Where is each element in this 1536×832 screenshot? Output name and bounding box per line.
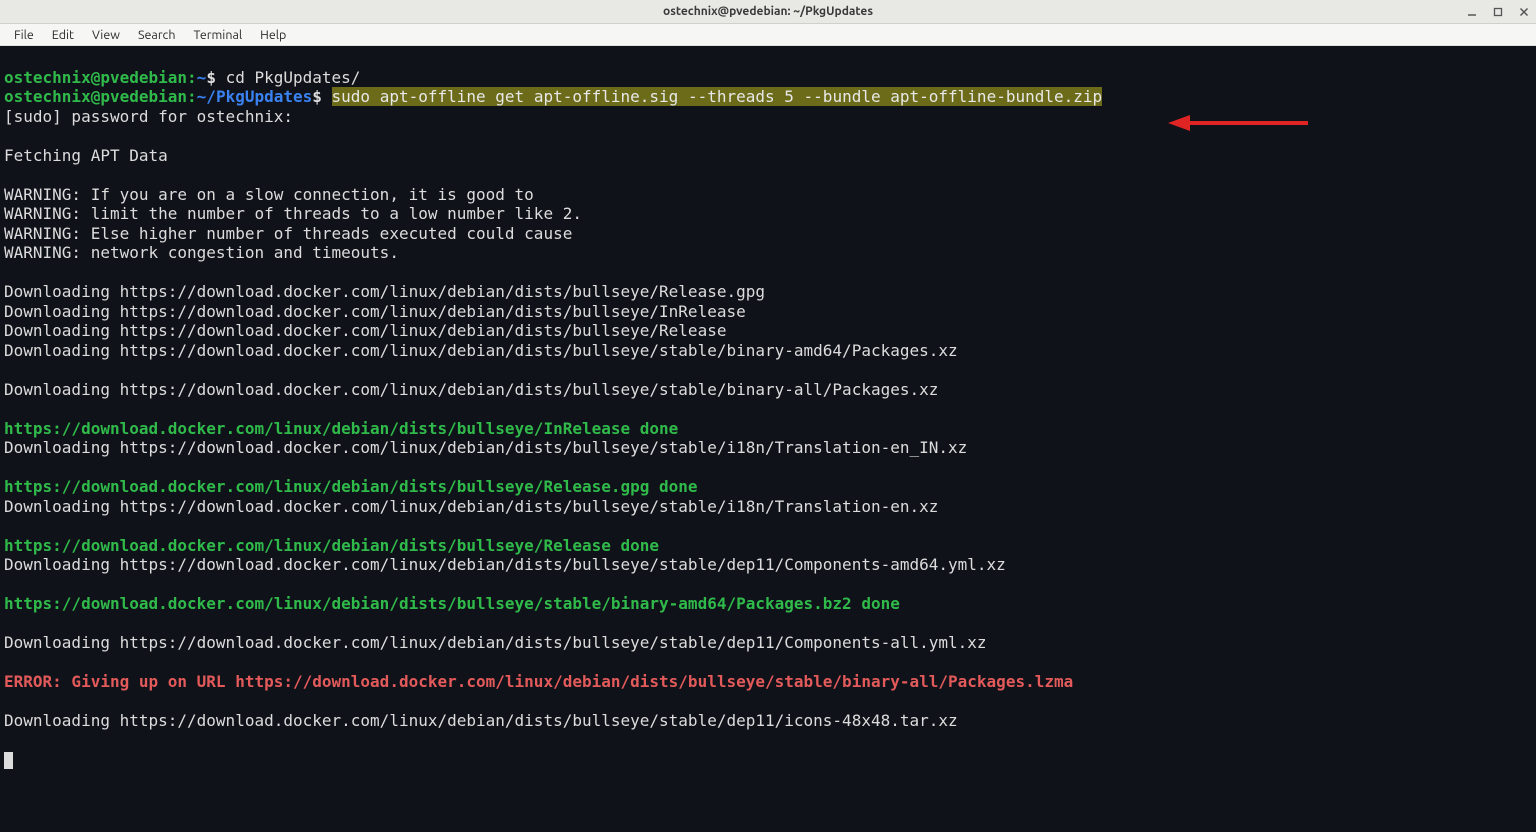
menu-help[interactable]: Help — [252, 26, 294, 44]
menu-terminal[interactable]: Terminal — [186, 26, 251, 44]
output-error: ERROR: Giving up on URL https://download… — [4, 672, 1073, 691]
close-button[interactable] — [1518, 6, 1530, 18]
menu-edit[interactable]: Edit — [44, 26, 82, 44]
output-line: WARNING: network congestion and timeouts… — [4, 243, 399, 262]
ps2-dollar: $ — [312, 87, 331, 106]
output-line: Downloading https://download.docker.com/… — [4, 282, 765, 301]
output-line: Downloading https://download.docker.com/… — [4, 497, 938, 516]
output-line: Fetching APT Data — [4, 146, 168, 165]
output-line: Downloading https://download.docker.com/… — [4, 341, 958, 360]
app-icon — [6, 5, 20, 19]
maximize-button[interactable] — [1492, 6, 1504, 18]
output-line: Downloading https://download.docker.com/… — [4, 711, 958, 730]
terminal-cursor — [4, 752, 13, 769]
output-done: https://download.docker.com/linux/debian… — [4, 477, 698, 496]
output-line: Downloading https://download.docker.com/… — [4, 555, 1006, 574]
ps2-path: ~/PkgUpdates — [197, 87, 313, 106]
command-cd: cd PkgUpdates/ — [226, 68, 361, 87]
ps2-userhost: ostechnix@pvedebian — [4, 87, 187, 106]
output-line: Downloading https://download.docker.com/… — [4, 302, 746, 321]
terminal-viewport[interactable]: ostechnix@pvedebian:~$ cd PkgUpdates/ os… — [0, 46, 1536, 832]
menu-view[interactable]: View — [84, 26, 128, 44]
output-line: Downloading https://download.docker.com/… — [4, 633, 987, 652]
output-line: [sudo] password for ostechnix: — [4, 107, 293, 126]
output-line: Downloading https://download.docker.com/… — [4, 438, 967, 457]
ps1-userhost: ostechnix@pvedebian — [4, 68, 187, 87]
window-title: ostechnix@pvedebian: ~/PkgUpdates — [663, 5, 873, 18]
output-line: Downloading https://download.docker.com/… — [4, 380, 938, 399]
menu-file[interactable]: File — [6, 26, 42, 44]
ps1-dollar: $ — [206, 68, 225, 87]
menubar: File Edit View Search Terminal Help — [0, 24, 1536, 46]
output-line: Downloading https://download.docker.com/… — [4, 321, 726, 340]
command-apt-offline: sudo apt-offline get apt-offline.sig --t… — [332, 87, 1103, 106]
minimize-button[interactable] — [1466, 6, 1478, 18]
output-line: WARNING: limit the number of threads to … — [4, 204, 582, 223]
output-line: WARNING: Else higher number of threads e… — [4, 224, 572, 243]
ps1-colon: : — [187, 68, 197, 87]
output-done: https://download.docker.com/linux/debian… — [4, 419, 678, 438]
titlebar: ostechnix@pvedebian: ~/PkgUpdates — [0, 0, 1536, 24]
menu-search[interactable]: Search — [130, 26, 184, 44]
window-controls — [1466, 6, 1530, 18]
output-line: WARNING: If you are on a slow connection… — [4, 185, 534, 204]
terminal-window: ostechnix@pvedebian: ~/PkgUpdates File E… — [0, 0, 1536, 832]
output-done: https://download.docker.com/linux/debian… — [4, 594, 900, 613]
annotation-arrow-icon — [1168, 112, 1308, 134]
ps2-colon: : — [187, 87, 197, 106]
ps1-path: ~ — [197, 68, 207, 87]
output-done: https://download.docker.com/linux/debian… — [4, 536, 659, 555]
